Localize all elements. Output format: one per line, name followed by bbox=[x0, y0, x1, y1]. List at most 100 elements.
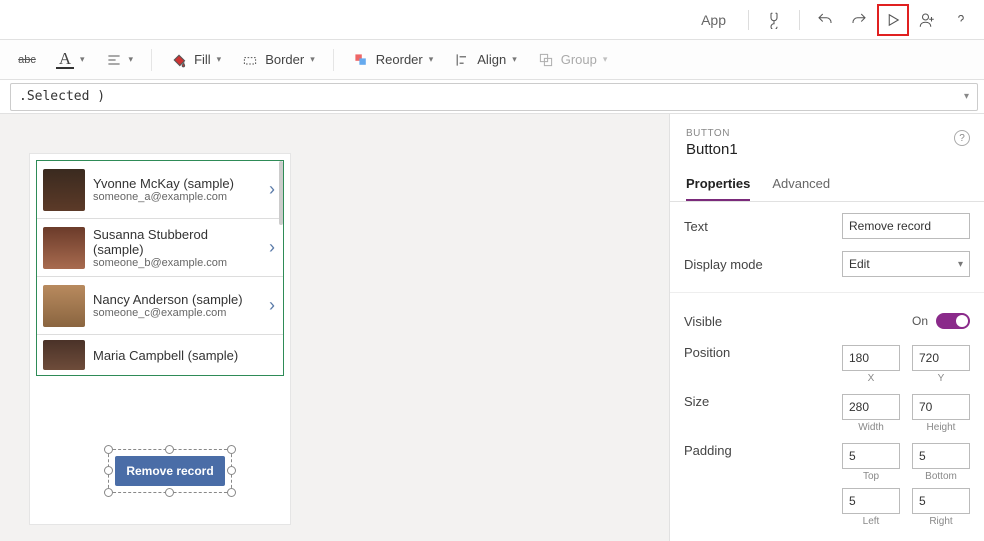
redo-button[interactable] bbox=[844, 5, 874, 35]
visible-label: Visible bbox=[684, 314, 912, 329]
control-type: BUTTON bbox=[686, 128, 968, 139]
strikethrough-button[interactable]: abc bbox=[10, 47, 44, 73]
contact-name: Maria Campbell (sample) bbox=[93, 348, 277, 363]
formula-text: .Selected ) bbox=[19, 89, 105, 104]
undo-button[interactable] bbox=[810, 5, 840, 35]
font-icon: A bbox=[56, 51, 74, 69]
chevron-right-icon[interactable]: › bbox=[267, 179, 277, 200]
contact-email: someone_a@example.com bbox=[93, 191, 259, 203]
help-icon[interactable]: ? bbox=[954, 130, 970, 146]
contact-email: someone_b@example.com bbox=[93, 257, 259, 269]
position-x-input[interactable]: 180 bbox=[842, 345, 900, 371]
padding-top-input[interactable]: 5 bbox=[842, 443, 900, 469]
contacts-gallery[interactable]: Yvonne McKay (sample) someone_a@example.… bbox=[36, 160, 284, 376]
sub-right: Right bbox=[929, 516, 952, 527]
sub-height: Height bbox=[927, 422, 956, 433]
sub-top: Top bbox=[863, 471, 879, 482]
list-item[interactable]: Yvonne McKay (sample) someone_a@example.… bbox=[37, 161, 283, 219]
contact-name: Nancy Anderson (sample) bbox=[93, 292, 259, 307]
chevron-down-icon: ▾ bbox=[429, 54, 434, 65]
visible-toggle[interactable] bbox=[936, 313, 970, 329]
sub-width: Width bbox=[858, 422, 884, 433]
display-mode-select[interactable]: Edit ▾ bbox=[842, 251, 970, 277]
formula-input[interactable]: .Selected ) ▾ bbox=[10, 83, 978, 111]
list-item[interactable]: Susanna Stubberod (sample) someone_b@exa… bbox=[37, 219, 283, 277]
chevron-down-icon: ▾ bbox=[603, 54, 608, 65]
border-button[interactable]: Border ▾ bbox=[233, 47, 323, 73]
properties-panel: BUTTON Button1 ? Properties Advanced Tex… bbox=[669, 114, 984, 541]
strikethrough-icon: abc bbox=[18, 51, 36, 69]
chevron-down-icon: ▾ bbox=[512, 54, 517, 65]
display-mode-label: Display mode bbox=[684, 257, 842, 272]
reorder-button[interactable]: Reorder ▾ bbox=[344, 47, 442, 73]
text-label: Text bbox=[684, 219, 842, 234]
chevron-down-icon: ▾ bbox=[129, 54, 134, 65]
fill-label: Fill bbox=[194, 52, 211, 67]
separator bbox=[333, 49, 334, 71]
chevron-right-icon[interactable]: › bbox=[267, 295, 277, 316]
size-label: Size bbox=[684, 394, 842, 409]
align-button[interactable]: Align ▾ bbox=[445, 47, 524, 73]
border-label: Border bbox=[265, 52, 304, 67]
chevron-down-icon: ▾ bbox=[80, 54, 85, 65]
text-align-button[interactable]: ▾ bbox=[97, 47, 142, 73]
text-input[interactable]: Remove record bbox=[842, 213, 970, 239]
visible-on-label: On bbox=[912, 314, 928, 328]
avatar bbox=[43, 227, 85, 269]
position-y-input[interactable]: 720 bbox=[912, 345, 970, 371]
padding-bottom-input[interactable]: 5 bbox=[912, 443, 970, 469]
paint-bucket-icon bbox=[170, 51, 188, 69]
app-top-bar: App bbox=[0, 0, 984, 40]
tab-advanced[interactable]: Advanced bbox=[772, 168, 830, 201]
group-icon bbox=[537, 51, 555, 69]
padding-right-input[interactable]: 5 bbox=[912, 488, 970, 514]
tab-properties[interactable]: Properties bbox=[686, 168, 750, 201]
reorder-icon bbox=[352, 51, 370, 69]
chevron-down-icon: ▾ bbox=[310, 54, 315, 65]
chevron-down-icon: ▾ bbox=[217, 54, 222, 65]
remove-record-button[interactable]: Remove record bbox=[115, 456, 225, 486]
button-label: Remove record bbox=[126, 464, 213, 478]
padding-label: Padding bbox=[684, 443, 842, 458]
app-label[interactable]: App bbox=[701, 12, 726, 28]
border-icon bbox=[241, 51, 259, 69]
control-name: Button1 bbox=[686, 141, 968, 158]
contact-email: someone_c@example.com bbox=[93, 307, 259, 319]
design-canvas[interactable]: Yvonne McKay (sample) someone_a@example.… bbox=[0, 114, 669, 541]
play-preview-button[interactable] bbox=[878, 5, 908, 35]
avatar bbox=[43, 285, 85, 327]
group-label: Group bbox=[561, 52, 597, 67]
contact-name: Yvonne McKay (sample) bbox=[93, 176, 259, 191]
list-item[interactable]: Maria Campbell (sample) bbox=[37, 335, 283, 375]
fill-button[interactable]: Fill ▾ bbox=[162, 47, 229, 73]
formula-bar: .Selected ) ▾ bbox=[0, 80, 984, 114]
group-button: Group ▾ bbox=[529, 47, 616, 73]
app-checker-button[interactable] bbox=[759, 5, 789, 35]
format-ribbon: abc A ▾ ▾ Fill ▾ Border ▾ Reorder ▾ Alig… bbox=[0, 40, 984, 80]
align-lines-icon bbox=[105, 51, 123, 69]
props-tabs: Properties Advanced bbox=[670, 168, 984, 202]
align-label: Align bbox=[477, 52, 506, 67]
sub-left: Left bbox=[863, 516, 880, 527]
chevron-right-icon[interactable]: › bbox=[267, 237, 277, 258]
help-button[interactable] bbox=[946, 5, 976, 35]
main-area: Yvonne McKay (sample) someone_a@example.… bbox=[0, 114, 984, 541]
align-icon bbox=[453, 51, 471, 69]
contact-name: Susanna Stubberod (sample) bbox=[93, 227, 259, 257]
sub-x: X bbox=[868, 373, 875, 384]
separator bbox=[748, 10, 749, 30]
size-height-input[interactable]: 70 bbox=[912, 394, 970, 420]
chevron-down-icon[interactable]: ▾ bbox=[964, 91, 969, 102]
size-width-input[interactable]: 280 bbox=[842, 394, 900, 420]
scrollbar[interactable] bbox=[279, 161, 283, 225]
sub-bottom: Bottom bbox=[925, 471, 957, 482]
share-button[interactable] bbox=[912, 5, 942, 35]
list-item[interactable]: Nancy Anderson (sample) someone_c@exampl… bbox=[37, 277, 283, 335]
font-color-button[interactable]: A ▾ bbox=[48, 47, 93, 73]
separator bbox=[799, 10, 800, 30]
padding-left-input[interactable]: 5 bbox=[842, 488, 900, 514]
sub-y: Y bbox=[938, 373, 945, 384]
avatar bbox=[43, 340, 85, 370]
separator bbox=[151, 49, 152, 71]
chevron-down-icon: ▾ bbox=[958, 259, 963, 270]
